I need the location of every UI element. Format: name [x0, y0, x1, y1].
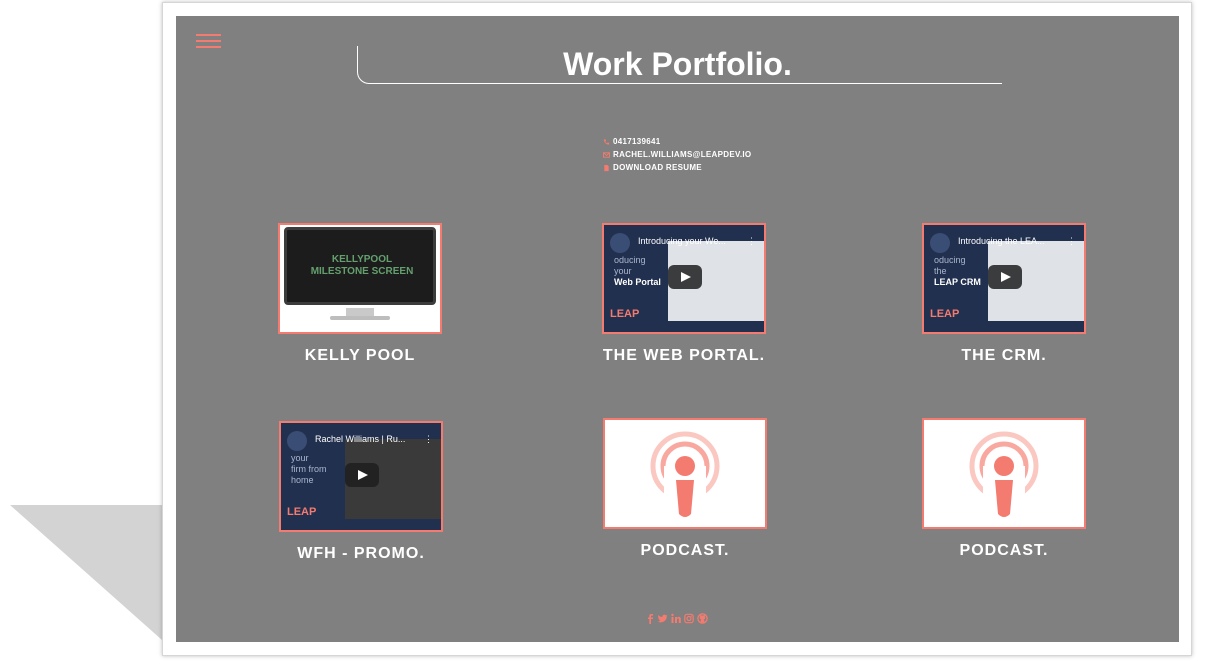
linkedin-icon[interactable] — [671, 613, 681, 624]
video-title: Rachel Williams | Ru... — [315, 434, 406, 444]
video-caption: LEAP CRM — [934, 277, 981, 287]
project-label[interactable]: THE CRM. — [892, 347, 1116, 365]
project-label[interactable]: PODCAST. — [573, 542, 797, 560]
github-icon[interactable] — [697, 613, 708, 624]
video-preview: Introducing the LEA... ⋮ oducing the LEA… — [924, 225, 1084, 332]
video-preview: Rachel Williams | Ru... ⋮ your firm from… — [281, 423, 441, 530]
screen-text-line: MILESTONE SCREEN — [310, 266, 414, 277]
video-caption: oducing — [614, 255, 646, 265]
channel-avatar — [610, 233, 630, 253]
video-title: Introducing the LEA... — [958, 236, 1045, 246]
project-card-wfh-promo: Rachel Williams | Ru... ⋮ your firm from… — [279, 421, 443, 562]
video-preview: Introducing your We... ⋮ oducing your We… — [604, 225, 764, 332]
resume-label: DOWNLOAD RESUME — [613, 163, 702, 172]
facebook-icon[interactable] — [646, 613, 654, 624]
portfolio-page: Work Portfolio. 0417139641 RACHEL.WILLIA… — [176, 16, 1179, 642]
instagram-icon[interactable] — [684, 613, 694, 624]
monitor-base — [330, 316, 390, 320]
monitor-image: KELLYPOOL MILESTONE SCREEN — [280, 225, 440, 332]
phone-number: 0417139641 — [613, 137, 661, 146]
video-title: Introducing your We... — [638, 236, 726, 246]
play-icon[interactable] — [988, 265, 1022, 289]
video-caption: your — [614, 266, 632, 276]
video-caption: oducing — [934, 255, 966, 265]
project-card-crm: Introducing the LEA... ⋮ oducing the LEA… — [922, 223, 1086, 364]
project-label[interactable]: PODCAST. — [892, 542, 1116, 560]
play-icon[interactable] — [345, 463, 379, 487]
project-card-kelly-pool: KELLYPOOL MILESTONE SCREEN KELLY POOL — [278, 223, 442, 364]
leap-logo: LEAP — [930, 308, 960, 320]
file-icon — [604, 164, 609, 171]
download-resume-link[interactable]: DOWNLOAD RESUME — [603, 161, 803, 174]
project-card-web-portal: Introducing your We... ⋮ oducing your We… — [602, 223, 766, 364]
leap-logo: LEAP — [287, 506, 317, 518]
channel-avatar — [930, 233, 950, 253]
project-label[interactable]: WFH - PROMO. — [249, 545, 473, 563]
more-options-icon[interactable]: ⋮ — [747, 236, 756, 247]
play-icon[interactable] — [668, 265, 702, 289]
video-caption: Web Portal — [614, 277, 661, 287]
leap-logo: LEAP — [610, 308, 640, 320]
podcast-thumbnail[interactable] — [922, 418, 1086, 529]
video-caption: your — [291, 453, 309, 463]
more-options-icon[interactable]: ⋮ — [424, 434, 433, 445]
video-thumbnail[interactable]: Rachel Williams | Ru... ⋮ your firm from… — [279, 421, 443, 532]
page-title: Work Portfolio. — [563, 46, 792, 82]
video-caption: the — [934, 266, 947, 276]
contact-phone[interactable]: 0417139641 — [603, 135, 803, 148]
phone-icon — [603, 138, 610, 145]
social-links — [646, 613, 708, 624]
monitor-screen: KELLYPOOL MILESTONE SCREEN — [284, 227, 436, 305]
contact-email[interactable]: RACHEL.WILLIAMS@LEAPDEV.IO — [603, 148, 803, 161]
project-label[interactable]: THE WEB PORTAL. — [572, 347, 796, 365]
project-card-podcast-1: PODCAST. — [603, 418, 767, 559]
email-address: RACHEL.WILLIAMS@LEAPDEV.IO — [613, 150, 752, 159]
channel-avatar — [287, 431, 307, 451]
podcast-icon — [969, 431, 1039, 520]
project-card-podcast-2: PODCAST. — [922, 418, 1086, 559]
more-options-icon[interactable]: ⋮ — [1067, 236, 1076, 247]
video-caption: home — [291, 475, 314, 485]
video-thumbnail[interactable]: Introducing your We... ⋮ oducing your We… — [602, 223, 766, 334]
email-icon — [603, 151, 610, 158]
podcast-thumbnail[interactable] — [603, 418, 767, 529]
project-label[interactable]: KELLY POOL — [248, 347, 472, 365]
contact-info: 0417139641 RACHEL.WILLIAMS@LEAPDEV.IO DO… — [603, 135, 803, 174]
screen-text-line: KELLYPOOL — [331, 254, 393, 265]
twitter-icon[interactable] — [657, 613, 668, 624]
podcast-icon — [650, 431, 720, 520]
project-thumbnail[interactable]: KELLYPOOL MILESTONE SCREEN — [278, 223, 442, 334]
screenshot-stage: Work Portfolio. 0417139641 RACHEL.WILLIA… — [0, 0, 1218, 666]
video-caption: firm from — [291, 464, 327, 474]
video-thumbnail[interactable]: Introducing the LEA... ⋮ oducing the LEA… — [922, 223, 1086, 334]
